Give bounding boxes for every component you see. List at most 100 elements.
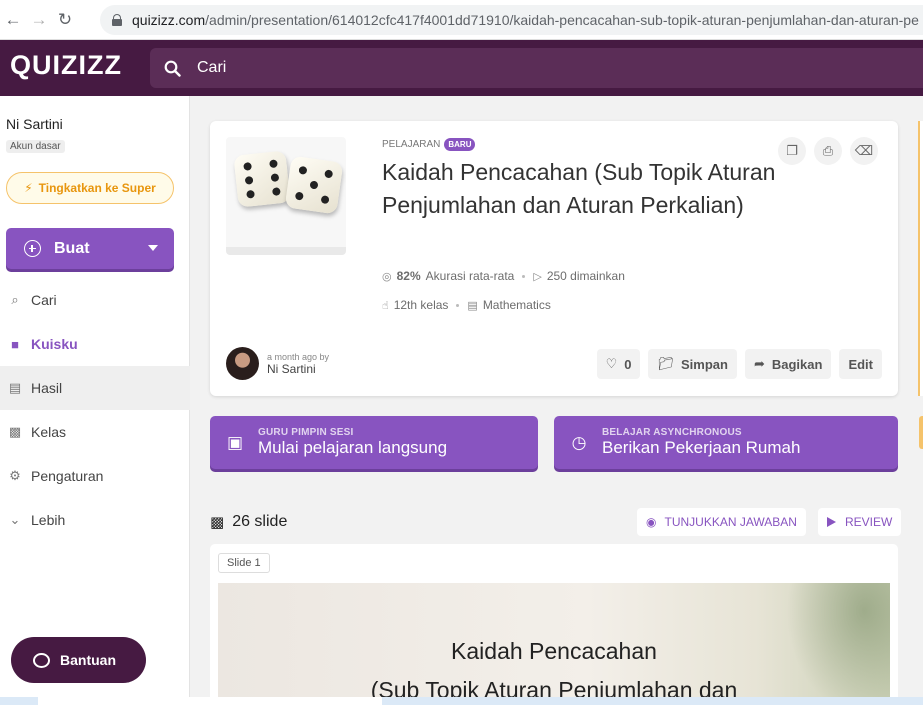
author-info: a month ago by Ni Sartini bbox=[226, 347, 329, 380]
presentation-icon: ▣ bbox=[226, 432, 244, 452]
slide-preview: Kaidah Pencacahan (Sub Topik Aturan Penj… bbox=[218, 583, 890, 705]
dice-image bbox=[233, 150, 291, 208]
sidebar-item-label: Lebih bbox=[31, 512, 66, 528]
sidebar-item-settings[interactable]: ⚙︎ Pengaturan bbox=[0, 454, 190, 498]
book-icon: ▤ bbox=[467, 299, 478, 312]
sidebar-item-my-quizzes[interactable]: ■ Kuisku bbox=[0, 322, 190, 366]
help-label: Bantuan bbox=[60, 652, 116, 668]
print-icon: ⎙ bbox=[822, 143, 834, 158]
slides-header: ▩ 26 slide bbox=[210, 513, 287, 531]
lesson-type-label: PELAJARAN bbox=[382, 139, 441, 150]
sidebar-item-more[interactable]: ⌄ Lebih bbox=[0, 498, 190, 542]
user-name[interactable]: Ni Sartini bbox=[6, 116, 63, 132]
grade-level: 12th kelas bbox=[393, 298, 449, 312]
like-button[interactable]: ♡ 0 bbox=[596, 349, 641, 379]
back-icon[interactable]: ← bbox=[0, 10, 26, 30]
heart-icon: ♡ bbox=[605, 356, 618, 371]
slide-label: Slide 1 bbox=[218, 553, 270, 573]
graduation-cap-icon: ☝︎ bbox=[382, 299, 389, 312]
upgrade-label: Tingkatkan ke Super bbox=[38, 181, 156, 195]
slide-title-line1: Kaidah Pencacahan bbox=[451, 638, 657, 664]
create-button[interactable]: Buat bbox=[6, 228, 174, 269]
copy-button[interactable]: ❐ bbox=[778, 137, 806, 165]
sidebar-item-label: Hasil bbox=[31, 380, 63, 396]
folder-icon: 📁︎ bbox=[657, 356, 674, 371]
reload-icon[interactable]: ↻ bbox=[52, 10, 78, 30]
bottom-strip-segment bbox=[38, 697, 382, 705]
upgrade-button[interactable]: ⚡︎ Tingkatkan ke Super bbox=[6, 172, 174, 204]
review-button[interactable]: REVIEW bbox=[818, 508, 902, 536]
account-type-badge: Akun dasar bbox=[6, 140, 65, 153]
async-title: Berikan Pekerjaan Rumah bbox=[602, 438, 801, 457]
lesson-meta: ☝︎ 12th kelas ▤ Mathematics bbox=[382, 298, 551, 312]
app-header: QUIZIZZ Cari bbox=[0, 40, 923, 96]
gear-icon: ⚙︎ bbox=[9, 468, 21, 483]
search-input[interactable]: Cari bbox=[197, 59, 226, 77]
share-icon: ➦ bbox=[753, 356, 765, 371]
side-button-edge bbox=[919, 416, 923, 449]
slide-card[interactable]: Slide 1 Kaidah Pencacahan (Sub Topik Atu… bbox=[210, 544, 898, 705]
clock-icon: ◷ bbox=[571, 432, 587, 452]
quizizz-logo[interactable]: QUIZIZZ bbox=[10, 50, 122, 81]
address-bar[interactable]: quizizz.com/admin/presentation/614012cfc… bbox=[100, 5, 923, 35]
search-bar[interactable]: Cari bbox=[150, 48, 923, 88]
forward-icon[interactable]: → bbox=[26, 10, 52, 30]
folder-icon: ■ bbox=[11, 336, 19, 352]
edit-button[interactable]: Edit bbox=[839, 349, 882, 379]
sidebar-item-classes[interactable]: ▩ Kelas bbox=[0, 410, 190, 454]
create-label: Buat bbox=[54, 239, 90, 257]
search-icon: ⌕ bbox=[11, 292, 19, 307]
browser-toolbar: ← → ↻ quizizz.com/admin/presentation/614… bbox=[0, 0, 923, 40]
like-count: 0 bbox=[624, 356, 632, 372]
target-icon: ◎ bbox=[382, 270, 392, 283]
copy-icon: ❐ bbox=[786, 143, 798, 158]
play-icon: ▷ bbox=[533, 270, 542, 283]
delete-button[interactable]: ⌫ bbox=[850, 137, 878, 165]
lightning-icon: ⚡︎ bbox=[24, 181, 33, 195]
show-answers-button[interactable]: ◉ TUNJUKKAN JAWABAN bbox=[637, 508, 806, 536]
show-answers-label: TUNJUKKAN JAWABAN bbox=[664, 515, 797, 529]
sidebar-item-label: Kuisku bbox=[31, 336, 78, 352]
start-live-lesson-button[interactable]: ▣ GURU PIMPIN SESI Mulai pelajaran langs… bbox=[210, 416, 538, 469]
side-panel-edge bbox=[918, 121, 923, 396]
sidebar-item-results[interactable]: ▤ Hasil bbox=[0, 366, 190, 410]
slide-count: 26 slide bbox=[232, 513, 288, 530]
lesson-stats: ◎ 82% Akurasi rata-rata ▷ 250 dimainkan bbox=[382, 269, 625, 283]
sidebar-menu: ⌕ Cari ■ Kuisku ▤ Hasil ▩ Kelas ⚙︎ Penga… bbox=[0, 278, 190, 542]
trash-icon: ⌫ bbox=[854, 143, 874, 158]
print-button[interactable]: ⎙ bbox=[814, 137, 842, 165]
live-title: Mulai pelajaran langsung bbox=[258, 438, 448, 457]
share-button[interactable]: ➦ Bagikan bbox=[744, 349, 832, 379]
sidebar-item-label: Pengaturan bbox=[31, 468, 104, 484]
sidebar-item-label: Kelas bbox=[31, 424, 67, 440]
caret-down-icon[interactable] bbox=[148, 245, 158, 251]
chart-icon: ▤ bbox=[8, 380, 22, 395]
share-label: Bagikan bbox=[771, 356, 823, 372]
eye-icon: ◉ bbox=[646, 515, 657, 529]
lesson-card: PELAJARAN BARU Kaidah Pencacahan (Sub To… bbox=[210, 121, 898, 396]
url-path: /admin/presentation/614012cfc417f4001dd7… bbox=[205, 12, 919, 28]
assign-homework-button[interactable]: ◷ BELAJAR ASYNCHRONOUS Berikan Pekerjaan… bbox=[554, 416, 898, 469]
sidebar: Ni Sartini Akun dasar ⚡︎ Tingkatkan ke S… bbox=[0, 96, 190, 705]
lock-icon bbox=[112, 14, 122, 26]
author-time: a month ago by bbox=[267, 351, 330, 362]
chat-bubble-icon bbox=[33, 652, 50, 668]
search-icon bbox=[164, 60, 181, 77]
async-subtitle: BELAJAR ASYNCHRONOUS bbox=[602, 427, 742, 438]
save-button[interactable]: 📁︎ Simpan bbox=[648, 349, 737, 379]
live-subtitle: GURU PIMPIN SESI bbox=[258, 427, 354, 438]
play-icon bbox=[827, 517, 836, 527]
author-name[interactable]: Ni Sartini bbox=[267, 362, 329, 376]
lesson-type: PELAJARAN BARU bbox=[382, 138, 476, 151]
classroom-icon: ▩ bbox=[8, 424, 22, 439]
lesson-buttons: ♡ 0 📁︎ Simpan ➦ Bagikan Edit bbox=[596, 349, 882, 379]
lesson-title: Kaidah Pencacahan (Sub Topik Aturan Penj… bbox=[382, 159, 776, 218]
plus-circle-icon bbox=[24, 240, 41, 257]
avatar[interactable] bbox=[226, 347, 259, 380]
help-button[interactable]: Bantuan bbox=[11, 637, 146, 683]
plays-count: 250 dimainkan bbox=[546, 269, 625, 283]
dice-image bbox=[284, 155, 344, 215]
accuracy-label: Akurasi rata-rata bbox=[425, 269, 515, 283]
url-host: quizizz.com bbox=[132, 12, 206, 28]
sidebar-item-search[interactable]: ⌕ Cari bbox=[0, 278, 190, 322]
